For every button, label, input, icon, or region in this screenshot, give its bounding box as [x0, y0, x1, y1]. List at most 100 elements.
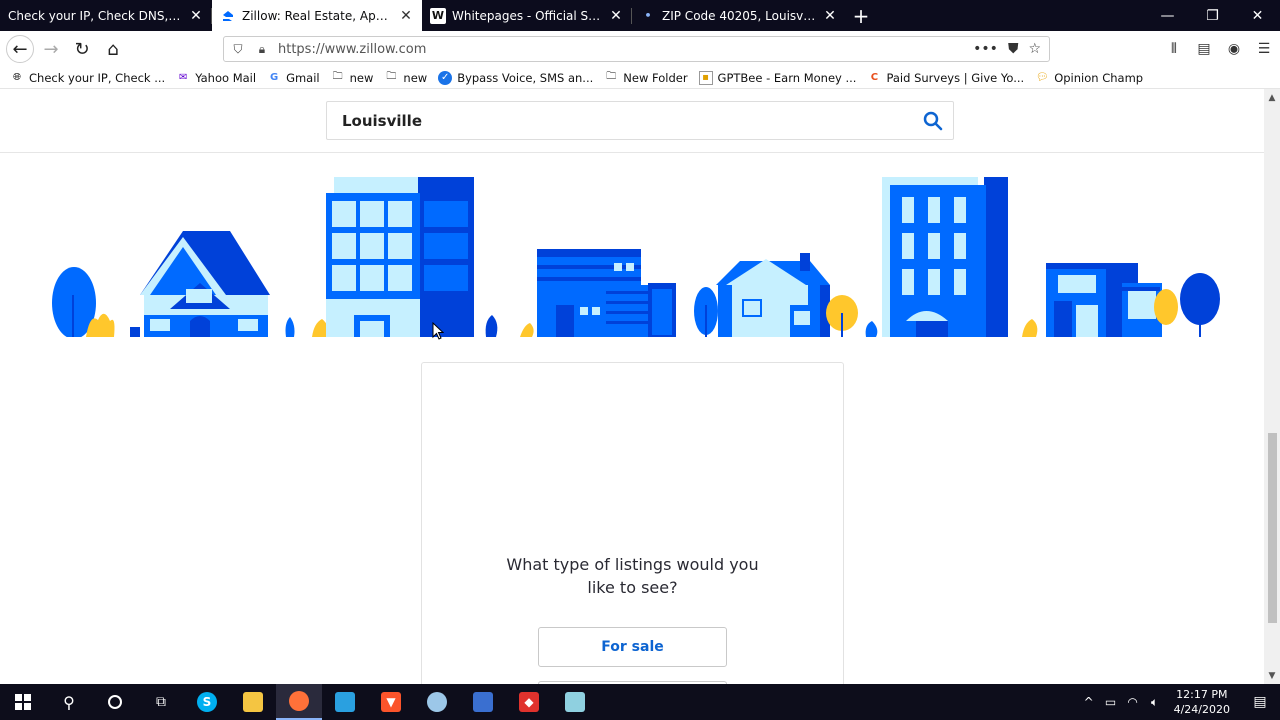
app-button-1[interactable]: [322, 684, 368, 720]
app-button-4[interactable]: ◆: [506, 684, 552, 720]
firefox-button[interactable]: [276, 684, 322, 720]
wifi-icon[interactable]: ◠: [1122, 695, 1144, 709]
bookmark-folder-new-2[interactable]: 🗀 new: [384, 71, 427, 85]
tab-title: Whitepages - Official Site | Find: [452, 8, 602, 23]
search-input[interactable]: Louisville: [342, 112, 913, 130]
bookmark-new-folder[interactable]: 🗀 New Folder: [604, 71, 687, 85]
tab-zip-code[interactable]: • ZIP Code 40205, Louisville KY, U ✕: [632, 0, 846, 31]
chevron-down-icon[interactable]: ▼: [1264, 667, 1280, 684]
brave-button[interactable]: ▼: [368, 684, 414, 720]
home-button[interactable]: ⌂: [99, 35, 127, 63]
search-icon[interactable]: [913, 111, 953, 131]
folder-icon: 🗀: [606, 71, 617, 82]
close-icon[interactable]: ✕: [822, 8, 838, 24]
library-icon[interactable]: ⫴: [1164, 35, 1184, 63]
forward-button[interactable]: →: [37, 35, 65, 63]
minimize-icon[interactable]: —: [1145, 0, 1190, 31]
close-icon[interactable]: ✕: [608, 8, 624, 24]
task-view-button[interactable]: ⧉: [138, 684, 184, 720]
globe-icon: 🌐︎: [13, 72, 21, 83]
shield-icon[interactable]: ⛉: [228, 42, 248, 57]
file-explorer-button[interactable]: [230, 684, 276, 720]
app-button-5[interactable]: [552, 684, 598, 720]
city-illustration: [52, 177, 1220, 337]
account-icon[interactable]: ◉: [1224, 35, 1244, 63]
url-text[interactable]: https://www.zillow.com: [278, 42, 973, 57]
battery-icon[interactable]: ▭: [1100, 695, 1122, 709]
header-divider: [0, 152, 1264, 153]
tree-icon: [52, 267, 115, 337]
sidebar-icon[interactable]: ▤: [1194, 35, 1214, 63]
bookmark-paid-surveys[interactable]: C Paid Surveys | Give Yo...: [867, 71, 1024, 85]
speech-icon: 💬︎: [1035, 72, 1049, 83]
menu-icon[interactable]: ☰: [1254, 35, 1274, 63]
lock-icon[interactable]: 🔒︎: [252, 42, 272, 57]
bookmark-bypass-voice[interactable]: ✓ Bypass Voice, SMS an...: [438, 70, 593, 85]
mouse-cursor-icon: [432, 322, 444, 340]
skype-button[interactable]: S: [184, 684, 230, 720]
yahoo-icon: ✉: [178, 72, 188, 83]
tab-title: Zillow: Real Estate, Apartments: [242, 8, 392, 23]
back-button[interactable]: ←: [6, 35, 34, 63]
search-icon: ⚲: [63, 692, 75, 712]
more-icon[interactable]: •••: [973, 41, 998, 57]
cortana-icon: [108, 695, 122, 709]
windows-icon: [15, 694, 31, 710]
folder-icon: 🗀: [332, 71, 343, 82]
tab-check-ip[interactable]: Check your IP, Check DNS, Check f ✕: [0, 0, 212, 31]
listing-question: What type of listings would you like to …: [506, 555, 759, 597]
skype-icon: S: [197, 692, 217, 712]
tab-strip: Check your IP, Check DNS, Check f ✕ Zill…: [0, 0, 1280, 31]
new-tab-button[interactable]: +: [846, 0, 876, 31]
url-bar[interactable]: ⛉ 🔒︎ https://www.zillow.com ••• ⛊ ☆: [223, 36, 1050, 62]
bookmark-check-ip[interactable]: 🌐︎ Check your IP, Check ...: [10, 71, 165, 85]
brave-icon: ▼: [381, 692, 401, 712]
tab-title: ZIP Code 40205, Louisville KY, U: [662, 8, 816, 23]
bookmark-yahoo-mail[interactable]: ✉ Yahoo Mail: [176, 71, 256, 85]
scroll-thumb[interactable]: [1268, 433, 1277, 623]
bookmark-folder-new[interactable]: 🗀 new: [331, 71, 374, 85]
chevron-up-icon[interactable]: ^: [1078, 695, 1100, 709]
house-icon: [694, 253, 878, 337]
volume-icon[interactable]: 🔈︎: [1144, 695, 1166, 710]
app-icon: ◆: [519, 692, 539, 712]
zillow-icon: [220, 8, 236, 24]
for-sale-button[interactable]: For sale: [538, 627, 727, 667]
app-button-3[interactable]: [460, 684, 506, 720]
pocket-icon[interactable]: ⛊: [1008, 41, 1019, 57]
tab-zillow[interactable]: Zillow: Real Estate, Apartments ✕: [212, 0, 422, 31]
bookmark-opinion-champ[interactable]: 💬︎ Opinion Champ: [1035, 71, 1143, 85]
app-icon: [473, 692, 493, 712]
app-icon: [335, 692, 355, 712]
listing-type-card: What type of listings would you like to …: [421, 362, 844, 684]
restore-icon[interactable]: ❐: [1190, 0, 1235, 31]
bookmark-gptbee[interactable]: ▪ GPTBee - Earn Money ...: [698, 70, 856, 85]
bookmark-gmail[interactable]: G Gmail: [267, 71, 320, 85]
notification-icon[interactable]: ▤: [1240, 694, 1280, 710]
chevron-up-icon[interactable]: ▲: [1264, 89, 1280, 106]
gptbee-icon: ▪: [698, 70, 713, 85]
star-icon[interactable]: ☆: [1028, 41, 1041, 57]
start-button[interactable]: [0, 684, 46, 720]
app-icon: [565, 692, 585, 712]
whitepages-icon: W: [430, 7, 446, 24]
folder-icon: 🗀: [386, 71, 397, 82]
clock[interactable]: 12:17 PM 4/24/2020: [1174, 687, 1230, 717]
house-icon: [130, 231, 329, 337]
check-icon: ✓: [438, 70, 453, 85]
navigation-bar: ← → ↻ ⌂ ⛉ 🔒︎ https://www.zillow.com ••• …: [0, 31, 1280, 67]
firefox-icon: [289, 691, 309, 711]
close-window-icon[interactable]: ✕: [1235, 0, 1280, 31]
close-icon[interactable]: ✕: [188, 8, 204, 24]
task-view-icon: ⧉: [156, 694, 166, 710]
tab-whitepages[interactable]: W Whitepages - Official Site | Find ✕: [422, 0, 632, 31]
page-scrollbar[interactable]: ▲ ▼: [1264, 89, 1280, 684]
cortana-button[interactable]: [92, 684, 138, 720]
close-icon[interactable]: ✕: [398, 8, 414, 24]
google-icon: G: [269, 72, 279, 83]
search-taskbar-button[interactable]: ⚲: [46, 684, 92, 720]
search-box[interactable]: Louisville: [326, 101, 954, 140]
reload-button[interactable]: ↻: [68, 35, 96, 63]
window-controls: — ❐ ✕: [1145, 0, 1280, 31]
app-button-2[interactable]: [414, 684, 460, 720]
